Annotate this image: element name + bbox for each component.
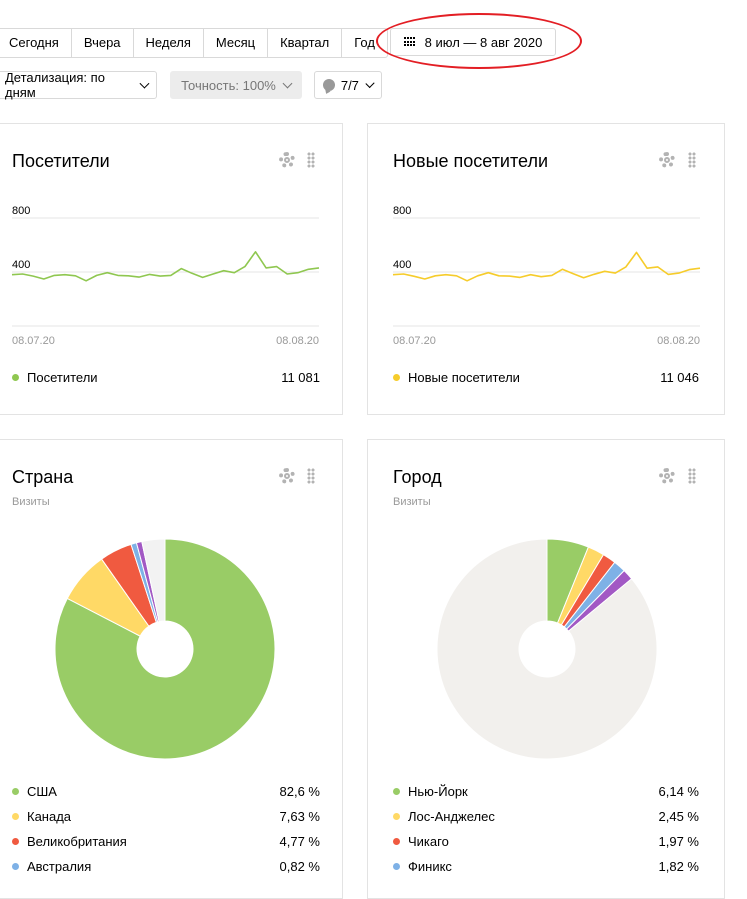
legend-name: Великобритания <box>27 833 127 849</box>
x-tick-label: 08.08.20 <box>657 335 700 347</box>
accuracy-select[interactable]: Точность: 100% <box>170 71 302 99</box>
city-widget: Город Визиты Нью-Йорк 6,14 % Лос-Анджеле… <box>367 439 725 899</box>
city-pie-chart <box>436 538 658 760</box>
period-quarter-button[interactable]: Квартал <box>268 29 343 57</box>
legend-item[interactable]: Чикаго 1,97 % <box>393 831 699 851</box>
legend-dot <box>393 837 400 845</box>
chevron-down-icon <box>282 78 293 88</box>
legend-dot <box>393 373 400 381</box>
x-tick-label: 08.07.20 <box>12 335 55 347</box>
country-widget: Страна Визиты США 82,6 % Канада 7,63 % В… <box>0 439 343 899</box>
legend-item[interactable]: США 82,6 % <box>12 781 320 801</box>
visitors-line-chart: 800 400 08.07.20 08.08.20 <box>11 205 320 347</box>
legend-name: Нью-Йорк <box>408 783 468 799</box>
series-line[interactable] <box>11 251 320 282</box>
notes-select-label: 7/7 <box>340 77 359 93</box>
period-month-button[interactable]: Месяц <box>204 29 269 57</box>
legend-item[interactable]: Нью-Йорк 6,14 % <box>393 781 699 801</box>
visitors-widget: Посетители 800 400 08.07.20 08.08.20 Посети… <box>0 123 343 415</box>
date-range-button[interactable]: 8 июл — 8 авг 2020 <box>390 28 556 56</box>
legend-item[interactable]: Лос-Анджелес 2,45 % <box>393 806 699 826</box>
series-line[interactable] <box>392 251 701 282</box>
detail-select[interactable]: Детализация: по дням <box>0 70 157 100</box>
legend-dot <box>12 862 19 870</box>
legend-name: Австралия <box>27 858 92 874</box>
legend-item[interactable]: Канада 7,63 % <box>12 806 320 826</box>
legend-name: Финикс <box>408 858 452 874</box>
legend-value: 7,63 % <box>279 808 320 824</box>
legend-dot <box>393 812 400 820</box>
legend-name: Посетители <box>27 369 98 385</box>
legend-item[interactable]: Посетители 11 081 <box>12 367 320 387</box>
legend-item[interactable]: Финикс 1,82 % <box>393 856 699 876</box>
legend-value: 11 081 <box>281 369 320 385</box>
legend-value: 2,45 % <box>658 808 699 824</box>
legend-name: США <box>27 783 57 799</box>
period-today-button[interactable]: Сегодня <box>0 29 72 57</box>
period-selector: Сегодня Вчера Неделя Месяц Квартал Год <box>0 28 388 58</box>
legend-value: 11 046 <box>660 369 699 385</box>
legend-item[interactable]: Великобритания 4,77 % <box>12 831 320 851</box>
accuracy-select-label: Точность: 100% <box>181 77 276 93</box>
legend-name: Новые посетители <box>408 369 520 385</box>
y-tick-label: 400 <box>393 259 411 271</box>
country-pie-chart <box>54 538 276 760</box>
chevron-down-icon <box>139 78 150 88</box>
y-tick-label: 400 <box>12 259 30 271</box>
legend-dot <box>393 787 400 795</box>
legend-value: 1,82 % <box>658 858 699 874</box>
legend-item[interactable]: Австралия 0,82 % <box>12 856 320 876</box>
legend-value: 1,97 % <box>658 833 699 849</box>
legend-dot <box>12 812 19 820</box>
detail-select-label: Детализация: по дням <box>5 70 105 100</box>
date-range-label: 8 июл — 8 авг 2020 <box>424 34 543 50</box>
legend-name: Чикаго <box>408 833 449 849</box>
calendar-icon <box>403 37 417 47</box>
new-visitors-widget: Новые посетители 800 400 08.07.20 08.08.20 … <box>367 123 725 415</box>
legend-value: 82,6 % <box>279 783 320 799</box>
y-tick-label: 800 <box>12 205 30 217</box>
legend-value: 0,82 % <box>279 858 320 874</box>
legend-value: 6,14 % <box>658 783 699 799</box>
x-tick-label: 08.07.20 <box>393 335 436 347</box>
legend-dot <box>12 373 19 381</box>
legend-item[interactable]: Новые посетители 11 046 <box>393 367 699 387</box>
chevron-down-icon <box>365 78 375 88</box>
legend-name: Лос-Анджелес <box>408 808 495 824</box>
period-week-button[interactable]: Неделя <box>134 29 204 57</box>
x-tick-label: 08.08.20 <box>276 335 319 347</box>
legend-name: Канада <box>27 808 72 824</box>
period-yesterday-button[interactable]: Вчера <box>72 29 134 57</box>
legend-dot <box>12 837 19 845</box>
period-year-button[interactable]: Год <box>342 29 387 57</box>
comment-icon <box>323 79 335 91</box>
new-visitors-line-chart: 800 400 08.07.20 08.08.20 <box>392 205 701 347</box>
legend-dot <box>12 787 19 795</box>
notes-select[interactable]: 7/7 <box>314 71 382 99</box>
y-tick-label: 800 <box>393 205 411 217</box>
legend-value: 4,77 % <box>279 833 320 849</box>
legend-dot <box>393 862 400 870</box>
